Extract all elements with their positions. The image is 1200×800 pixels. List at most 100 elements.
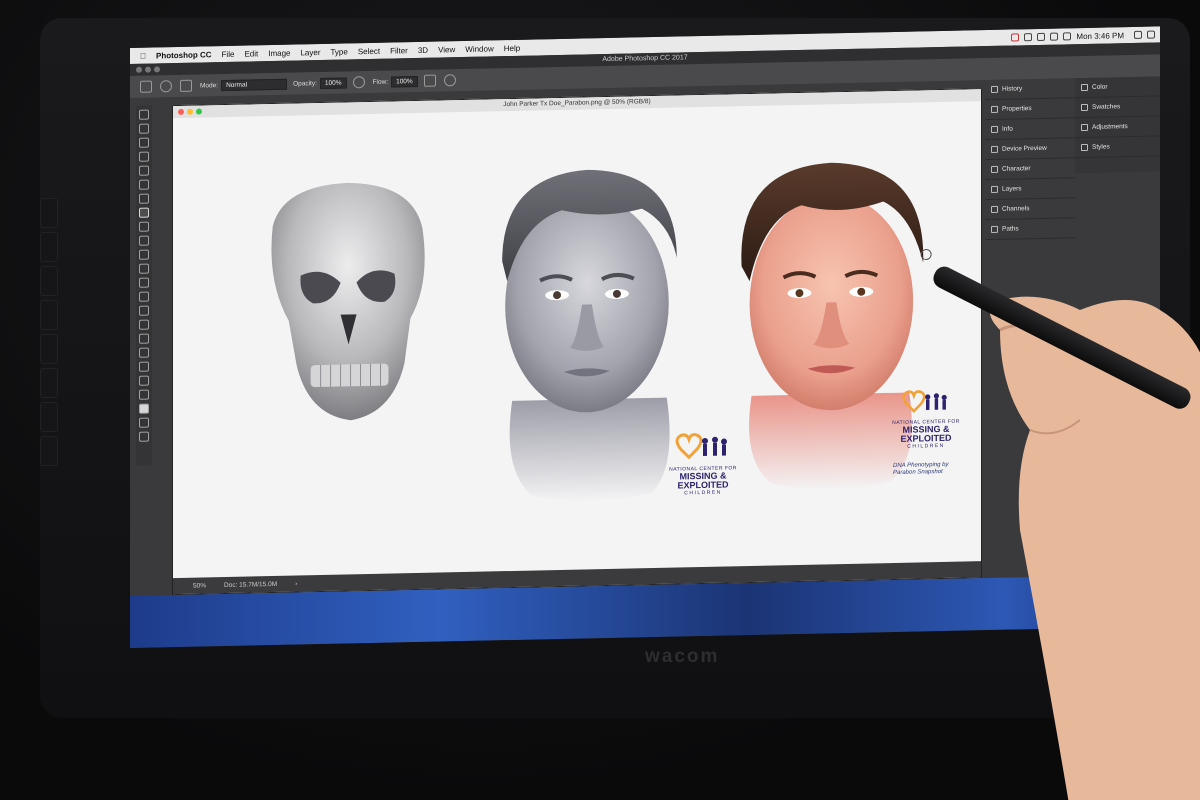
doc-close-icon[interactable] [178,108,184,115]
panel-styles[interactable]: Styles [1075,136,1160,159]
panel-history[interactable]: History [985,78,1075,101]
mode-select[interactable]: Normal [221,78,288,91]
panel-paths[interactable]: Paths [985,218,1075,241]
parabon-line-2: Parabon Snapshot [893,468,943,477]
healing-brush-icon[interactable] [139,193,149,204]
menu-3d[interactable]: 3D [418,45,428,54]
menu-edit[interactable]: Edit [244,49,258,58]
wifi-icon[interactable] [1024,33,1033,42]
panel-properties[interactable]: Properties [985,98,1075,121]
shape-tool-icon[interactable] [139,347,149,358]
express-keys [40,198,62,528]
magic-wand-icon[interactable] [139,151,149,162]
bluetooth-icon[interactable] [1037,32,1046,41]
volume-icon[interactable] [1050,32,1059,41]
menu-help[interactable]: Help [504,43,520,52]
clock[interactable]: Mon 3:46 PM [1076,31,1124,41]
brush-preset-icon[interactable] [160,80,172,93]
heart-children-icon [902,390,947,413]
panel-label: Styles [1092,143,1110,151]
pen-tool-icon[interactable] [139,305,149,316]
express-key[interactable] [40,368,58,398]
wacom-logo: wacom [645,646,720,667]
doc-size: Doc: 15.7M/15.0M [224,580,278,589]
zoom-level[interactable]: 50% [193,582,206,589]
screen-mode-icon[interactable] [139,431,149,442]
zoom-icon[interactable] [154,66,160,73]
express-key[interactable] [40,266,58,296]
panel-character[interactable]: Character [985,158,1075,181]
color-swatch-icon[interactable] [139,403,149,414]
info-icon [991,125,998,133]
panel-label: History [1002,85,1023,93]
history-brush-icon[interactable] [139,235,149,246]
eyedropper-icon[interactable] [139,179,149,190]
blur-icon[interactable] [139,277,149,288]
opacity-field[interactable]: 100% [319,76,347,89]
doc-zoom-icon[interactable] [196,108,202,115]
brush-panel-icon[interactable] [180,79,192,92]
doc-minimize-icon[interactable] [187,108,193,115]
battery-icon[interactable] [1063,32,1072,41]
airbrush-icon[interactable] [423,74,436,87]
brush-tool-icon[interactable] [140,80,152,93]
express-key[interactable] [40,232,58,262]
minimize-icon[interactable] [145,66,151,73]
panel-label: Channels [1002,205,1030,213]
lasso-tool-icon[interactable] [139,137,149,148]
eraser-icon[interactable] [139,249,149,260]
adjustments-icon [1081,123,1088,132]
crop-tool-icon[interactable] [139,165,149,176]
menu-select[interactable]: Select [358,46,380,55]
express-key[interactable] [40,334,58,364]
panel-channels[interactable]: Channels [985,198,1075,221]
clone-stamp-icon[interactable] [139,221,149,232]
pressure-size-icon[interactable] [443,74,456,87]
ncmec-logo: NATIONAL CENTER FOR MISSING & EXPLOITED … [663,430,743,497]
hand-tool-icon[interactable] [139,361,149,372]
panel-info[interactable]: Info [985,118,1075,141]
menu-type[interactable]: Type [330,47,347,56]
express-key[interactable] [40,402,58,432]
pressure-opacity-icon[interactable] [352,76,365,89]
menu-file[interactable]: File [222,49,235,58]
path-select-icon[interactable] [139,333,149,344]
panel-layers[interactable]: Layers [985,178,1075,201]
list-icon[interactable] [1147,30,1155,39]
panel-color[interactable]: Color [1075,76,1160,99]
express-key[interactable] [40,300,58,330]
pause-icon[interactable] [1011,33,1020,42]
more-tools-icon[interactable] [139,389,149,400]
flow-field[interactable]: 100% [391,75,418,88]
menu-app[interactable]: Photoshop CC [156,50,212,60]
close-icon[interactable] [136,66,142,73]
dodge-icon[interactable] [139,291,149,302]
zoom-tool-icon[interactable] [139,375,149,386]
express-key[interactable] [40,198,58,228]
marquee-tool-icon[interactable] [139,123,149,134]
paths-icon [991,225,998,233]
express-key[interactable] [40,436,58,466]
panel-swatches[interactable]: Swatches [1075,96,1160,119]
gradient-icon[interactable] [139,263,149,274]
panel-label: Paths [1002,225,1019,233]
brush-tool-icon[interactable] [139,207,149,218]
menu-layer[interactable]: Layer [300,48,320,57]
apple-icon[interactable]:  [140,51,146,60]
search-icon[interactable] [1134,30,1142,39]
history-icon [991,85,998,93]
quick-mask-icon[interactable] [139,417,149,428]
menu-view[interactable]: View [438,45,455,54]
mode-label: Mode: [200,81,219,90]
type-tool-icon[interactable] [139,319,149,330]
move-tool-icon[interactable] [139,109,149,120]
image-canvas[interactable] [173,101,981,580]
panel-adjustments[interactable]: Adjustments [1075,116,1160,139]
panel-label: Info [1002,125,1013,133]
panel-label: Character [1002,165,1031,173]
menu-image[interactable]: Image [268,48,290,57]
panel-device-preview[interactable]: Device Preview [985,138,1075,161]
menu-filter[interactable]: Filter [390,46,408,55]
status-arrow-icon[interactable]: › [295,580,297,587]
menu-window[interactable]: Window [465,44,493,54]
